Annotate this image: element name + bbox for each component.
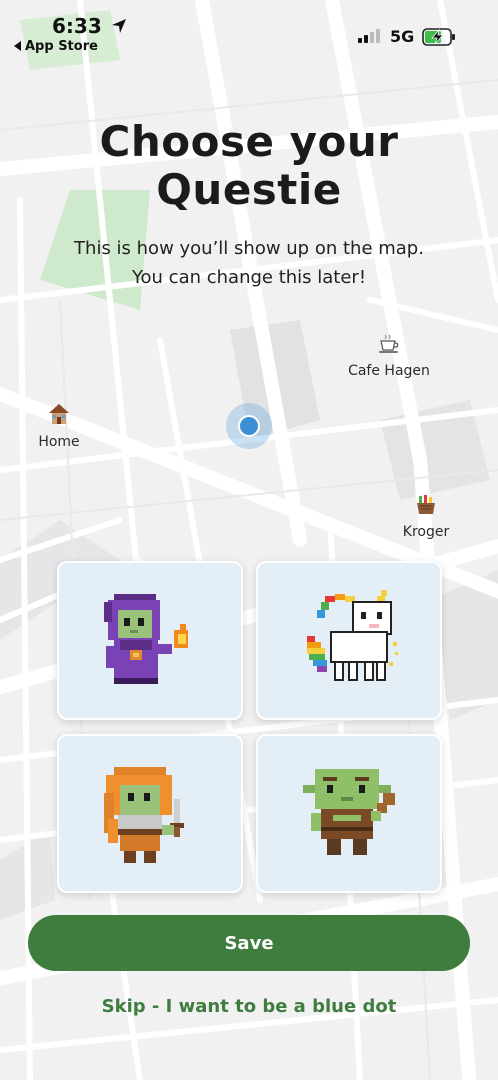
map-place-kroger[interactable]: Kroger	[392, 494, 460, 540]
green-goblin-icon	[303, 769, 395, 855]
avatar-option-wizard[interactable]	[57, 561, 243, 720]
map-place-cafe[interactable]: Cafe Hagen	[340, 333, 438, 379]
back-app-label: App Store	[25, 39, 98, 54]
current-location-marker	[226, 403, 272, 449]
back-arrow-icon	[14, 41, 21, 51]
page-title: Choose your Questie	[0, 118, 498, 214]
avatar-option-warrior[interactable]	[57, 734, 243, 893]
title-line-1: Choose your	[99, 117, 399, 166]
save-button[interactable]: Save	[28, 915, 470, 971]
location-arrow-icon	[112, 19, 126, 33]
signal-strength-icon	[358, 29, 380, 43]
skip-blue-dot-link[interactable]: Skip - I want to be a blue dot	[0, 996, 498, 1017]
network-type: 5G	[390, 27, 415, 46]
subtitle-line-1: This is how you’ll show up on the map.	[74, 238, 424, 259]
subtitle-line-2: You can change this later!	[131, 267, 367, 288]
status-time: 6:33	[52, 14, 102, 38]
rainbow-unicorn-icon	[307, 590, 398, 681]
orange-hooded-warrior-icon	[104, 767, 184, 863]
purple-wizard-icon	[104, 594, 188, 684]
back-to-app-store-link[interactable]: App Store	[14, 39, 98, 54]
page-subtitle: This is how you’ll show up on the map. Y…	[30, 234, 468, 292]
coffee-cup-icon	[379, 334, 399, 353]
grocery-basket-icon	[417, 495, 435, 514]
avatar-option-goblin[interactable]	[256, 734, 442, 893]
blue-dot	[238, 415, 260, 437]
map-place-home[interactable]: Home	[28, 402, 90, 450]
place-label-cafe: Cafe Hagen	[348, 363, 430, 379]
place-label-home: Home	[38, 434, 80, 450]
title-line-2: Questie	[156, 165, 342, 214]
battery-charging-icon	[422, 28, 455, 46]
house-icon	[49, 404, 69, 424]
place-label-kroger: Kroger	[402, 524, 450, 540]
avatar-option-unicorn[interactable]	[256, 561, 442, 720]
status-bar: 6:33 App Store 5G	[0, 0, 498, 60]
